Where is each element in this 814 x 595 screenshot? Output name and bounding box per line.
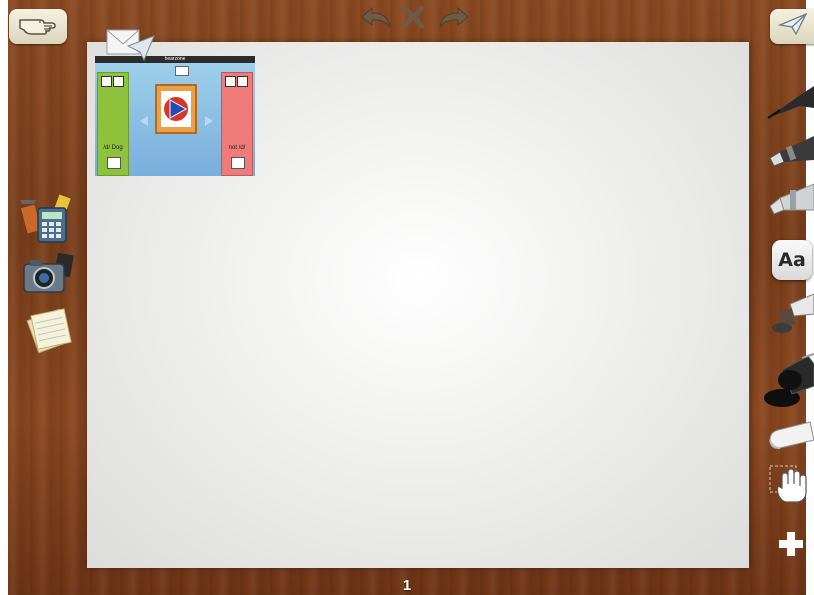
eraser-icon — [766, 418, 814, 459]
left-arrow-icon — [140, 116, 148, 126]
eraser-tool-button[interactable] — [766, 420, 814, 456]
paper-plane-icon — [777, 12, 808, 41]
notes-tool-button[interactable] — [24, 306, 76, 356]
thumbnail-card-icon — [175, 66, 189, 76]
pasted-image[interactable]: hearzone /d/ Dog not /d/ — [95, 56, 255, 176]
right-panel-card-icon — [231, 157, 245, 169]
pen-tool-button[interactable] — [766, 80, 814, 124]
thumbnail-left-panel: /d/ Dog — [97, 72, 129, 176]
whiteboard-app: hearzone /d/ Dog not /d/ Aa 1 — [0, 0, 814, 595]
plus-icon — [777, 530, 805, 563]
calculator-tools-icon — [18, 193, 76, 251]
pen-icon — [766, 78, 814, 127]
thumbnail-right-panel: not /d/ — [221, 72, 253, 176]
pan-tool-button[interactable] — [768, 464, 810, 509]
play-icon — [161, 91, 191, 127]
paint-bucket-icon — [762, 350, 814, 415]
brush-icon — [766, 180, 814, 225]
camera-icon — [20, 252, 76, 301]
left-panel-icon — [113, 76, 124, 87]
camera-tool-button[interactable] — [20, 252, 76, 301]
brush-tool-button[interactable] — [766, 182, 814, 222]
page-number: 1 — [402, 577, 412, 594]
left-panel-label: /d/ Dog — [103, 145, 123, 151]
stamp-tool-button[interactable] — [770, 292, 814, 338]
clear-button[interactable] — [398, 5, 428, 34]
right-panel-icon — [237, 76, 248, 87]
left-edge — [0, 0, 8, 595]
stamp-icon — [770, 290, 814, 341]
marker-icon — [766, 130, 814, 175]
left-panel-card-icon — [107, 157, 121, 169]
undo-icon — [358, 5, 394, 34]
menu-button[interactable] — [9, 9, 67, 44]
text-tool-button[interactable]: Aa — [772, 240, 812, 280]
mail-share-icon[interactable] — [104, 24, 156, 64]
notepad-icon — [24, 304, 76, 359]
fill-tool-button[interactable] — [762, 352, 814, 412]
pointing-hand-icon — [18, 12, 58, 41]
left-panel-icon — [101, 76, 112, 87]
right-panel-icon — [225, 76, 236, 87]
text-icon: Aa — [778, 249, 806, 271]
thumbnail-frame — [155, 84, 197, 134]
hand-icon — [768, 464, 810, 509]
undo-button[interactable] — [358, 6, 394, 32]
right-panel-label: not /d/ — [228, 145, 246, 151]
share-button[interactable] — [770, 9, 814, 44]
redo-icon — [436, 5, 472, 34]
add-page-button[interactable] — [774, 530, 808, 562]
apps-tool-button[interactable] — [18, 193, 76, 251]
marker-tool-button[interactable] — [766, 132, 814, 172]
right-arrow-icon — [205, 116, 213, 126]
redo-button[interactable] — [436, 6, 472, 32]
close-icon — [400, 5, 426, 34]
